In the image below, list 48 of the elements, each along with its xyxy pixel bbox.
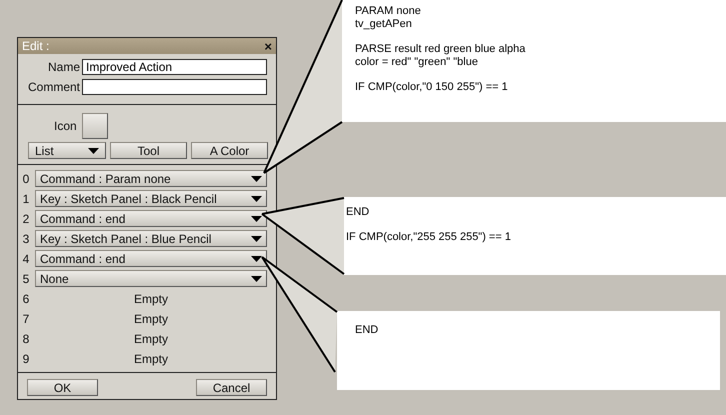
toolbar-button[interactable]: A Color xyxy=(191,142,268,159)
slot-index: 2 xyxy=(22,212,30,226)
slot-dropdown[interactable]: Key : Sketch Panel : Blue Pencil xyxy=(35,230,267,247)
field-label: Comment xyxy=(26,80,80,94)
caret-icon xyxy=(251,196,262,202)
slot-index: 4 xyxy=(22,252,30,266)
empty-slot-label: Empty xyxy=(132,312,169,326)
slot-dropdown[interactable]: Key : Sketch Panel : Black Pencil xyxy=(35,190,267,207)
slot-index: 9 xyxy=(22,352,30,366)
slot-index: 1 xyxy=(22,192,30,206)
slot-dropdown[interactable]: Command : end xyxy=(35,210,267,227)
icon-picker-button[interactable] xyxy=(82,113,108,139)
note-line: PARAM none xyxy=(355,5,422,17)
field-label: Name xyxy=(46,60,80,74)
slot-dropdown[interactable]: Command : end xyxy=(35,250,267,267)
caret-icon xyxy=(251,256,262,262)
slot-dropdown[interactable]: None xyxy=(35,270,267,287)
caret-icon xyxy=(88,148,99,154)
slot-index: 8 xyxy=(22,332,30,346)
slot-index: 5 xyxy=(22,272,30,286)
caret-icon xyxy=(251,176,262,182)
empty-slot-label: Empty xyxy=(132,292,169,306)
caret-icon xyxy=(251,236,262,242)
slot-index: 6 xyxy=(22,292,30,306)
note-line: END xyxy=(355,324,380,336)
note-line: PARSE result red green blue alpha xyxy=(355,43,526,55)
slot-index: 3 xyxy=(22,232,30,246)
dialog-button[interactable]: OK xyxy=(27,379,98,396)
empty-slot-label: Empty xyxy=(132,332,169,346)
note-line: END xyxy=(346,206,370,218)
empty-slot-label: Empty xyxy=(132,352,169,366)
toolbar-button[interactable]: Tool xyxy=(110,142,187,159)
note-line: IF CMP(color,"0 150 255") == 1 xyxy=(355,81,509,93)
list-dropdown[interactable]: List xyxy=(28,142,106,159)
text-field[interactable]: Improved Action xyxy=(82,59,267,75)
caret-icon xyxy=(251,216,262,222)
close-button[interactable]: × xyxy=(264,38,272,54)
note-line: tv_getAPen xyxy=(355,18,413,30)
caret-icon xyxy=(251,276,262,282)
note-line: IF CMP(color,"255 255 255") == 1 xyxy=(346,231,512,243)
note-line: color = red" "green" "blue xyxy=(355,56,479,68)
slot-index: 0 xyxy=(22,172,30,186)
text-field[interactable] xyxy=(82,79,267,95)
slot-index: 7 xyxy=(22,312,30,326)
icon-label: Icon xyxy=(54,119,77,133)
slot-dropdown[interactable]: Command : Param none xyxy=(35,170,267,187)
dialog-button[interactable]: Cancel xyxy=(196,379,267,396)
window-title: Edit : xyxy=(22,39,50,53)
